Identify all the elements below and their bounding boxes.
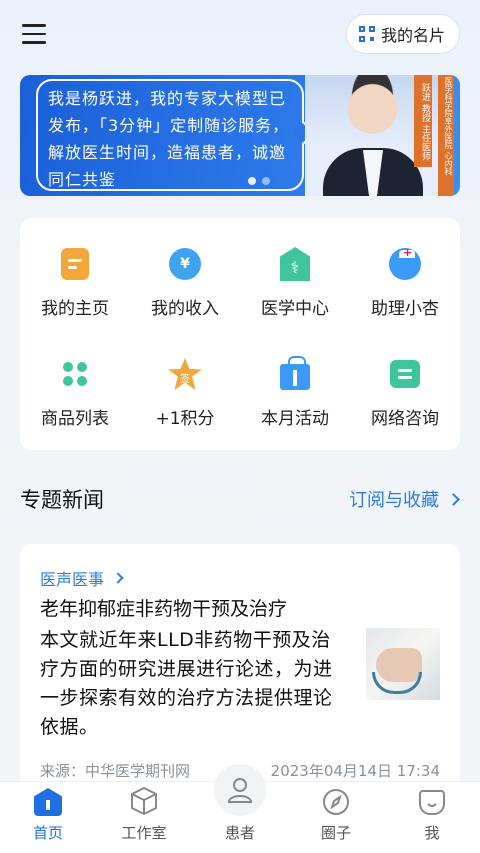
smile-face-icon bbox=[418, 788, 446, 816]
homepage-icon bbox=[61, 248, 89, 280]
grid-item-label: 我的收入 bbox=[151, 299, 219, 319]
sign-in-star-icon: 签 bbox=[168, 358, 202, 390]
nav-label: 我 bbox=[424, 824, 440, 842]
nav-label: 首页 bbox=[32, 824, 63, 842]
news-summary: 本文就近年来LLD非药物干预及治疗方面的研究进展进行论述，为进一步探索有效的治疗… bbox=[40, 629, 333, 738]
news-timestamp: 2023年04月14日 17:34 bbox=[270, 762, 440, 780]
patient-icon bbox=[214, 764, 266, 816]
grid-item-label: 商品列表 bbox=[41, 409, 109, 429]
gift-icon bbox=[280, 356, 310, 390]
grid-item-points[interactable]: 签 +1积分 bbox=[130, 328, 240, 438]
home-icon bbox=[34, 788, 62, 816]
promo-banner[interactable]: 我是杨跃进，我的专家大模型已发布，「3分钟」定制随诊服务，解放医生时间，造福患者… bbox=[20, 75, 460, 196]
grid-item-label: 我的主页 bbox=[41, 299, 109, 319]
grid-item-product-list[interactable]: 商品列表 bbox=[20, 328, 130, 438]
nav-label: 患者 bbox=[224, 824, 255, 842]
banner-side-tag: 医学科学院阜外医院 心内科 bbox=[438, 75, 454, 196]
chevron-right-icon bbox=[112, 572, 124, 584]
grid-item-label: 助理小杏 bbox=[371, 299, 439, 319]
income-icon: ¥ bbox=[169, 248, 201, 280]
qr-code-icon bbox=[358, 26, 375, 42]
subscribe-collect-link[interactable]: 订阅与收藏 bbox=[349, 486, 460, 512]
grid-item-label: 本月活动 bbox=[261, 409, 329, 429]
chevron-right-icon bbox=[447, 492, 460, 506]
carousel-dots bbox=[248, 177, 270, 185]
grid-item-label: 医学中心 bbox=[261, 299, 329, 319]
nav-studio[interactable]: 工作室 bbox=[96, 782, 192, 853]
banner-name-tag: 跃进 教授 主任医师 bbox=[414, 75, 432, 167]
medical-center-icon: ⚕ bbox=[280, 247, 310, 281]
news-thumbnail[interactable] bbox=[366, 628, 440, 700]
nurse-assistant-icon bbox=[389, 246, 421, 280]
menu-icon[interactable] bbox=[22, 24, 46, 44]
grid-item-my-income[interactable]: ¥ 我的收入 bbox=[130, 218, 240, 328]
nav-home[interactable]: 首页 bbox=[0, 782, 96, 853]
carousel-dot[interactable] bbox=[248, 177, 256, 185]
news-category-link[interactable]: 医声医事 bbox=[40, 566, 124, 590]
bottom-nav: 首页 工作室 患者 圈子 我 bbox=[0, 764, 480, 853]
clover-icon bbox=[63, 362, 87, 386]
banner-speech-bubble: 我是杨跃进，我的专家大模型已发布，「3分钟」定制随诊服务，解放医生时间，造福患者… bbox=[36, 79, 304, 191]
nav-me[interactable]: 我 bbox=[384, 782, 480, 853]
subscribe-collect-label: 订阅与收藏 bbox=[349, 490, 439, 511]
nav-patients[interactable]: 患者 bbox=[192, 764, 288, 853]
nav-label: 圈子 bbox=[320, 824, 351, 842]
chat-icon bbox=[390, 360, 420, 388]
grid-item-label: +1积分 bbox=[155, 409, 215, 429]
nav-circle[interactable]: 圈子 bbox=[288, 782, 384, 853]
carousel-dot[interactable] bbox=[262, 177, 270, 185]
news-source: 来源：中华医学期刊网 bbox=[40, 762, 191, 780]
grid-item-monthly-activity[interactable]: 本月活动 bbox=[240, 328, 350, 438]
compass-icon bbox=[322, 788, 350, 816]
grid-item-my-homepage[interactable]: 我的主页 bbox=[20, 218, 130, 328]
section-title: 专题新闻 bbox=[20, 488, 104, 512]
nav-label: 工作室 bbox=[121, 824, 167, 842]
grid-item-assistant[interactable]: 助理小杏 bbox=[350, 218, 460, 328]
grid-item-label: 网络咨询 bbox=[371, 409, 439, 429]
banner-text: 我是杨跃进，我的专家大模型已发布，「3分钟」定制随诊服务，解放医生时间，造福患者… bbox=[48, 89, 290, 189]
news-title[interactable]: 老年抑郁症非药物干预及治疗 bbox=[40, 594, 287, 621]
my-card-label: 我的名片 bbox=[380, 26, 445, 45]
grid-item-online-consult[interactable]: 网络咨询 bbox=[350, 328, 460, 438]
grid-item-medical-center[interactable]: ⚕ 医学中心 bbox=[240, 218, 350, 328]
my-card-button[interactable]: 我的名片 bbox=[345, 14, 460, 54]
cube-icon bbox=[130, 786, 158, 816]
top-bar: 我的名片 bbox=[0, 0, 480, 70]
quick-access-panel: 我的主页 ¥ 我的收入 ⚕ 医学中心 助理小杏 商品列表 签 +1积分 本月活动… bbox=[20, 218, 460, 450]
news-category-label: 医声医事 bbox=[40, 570, 105, 589]
